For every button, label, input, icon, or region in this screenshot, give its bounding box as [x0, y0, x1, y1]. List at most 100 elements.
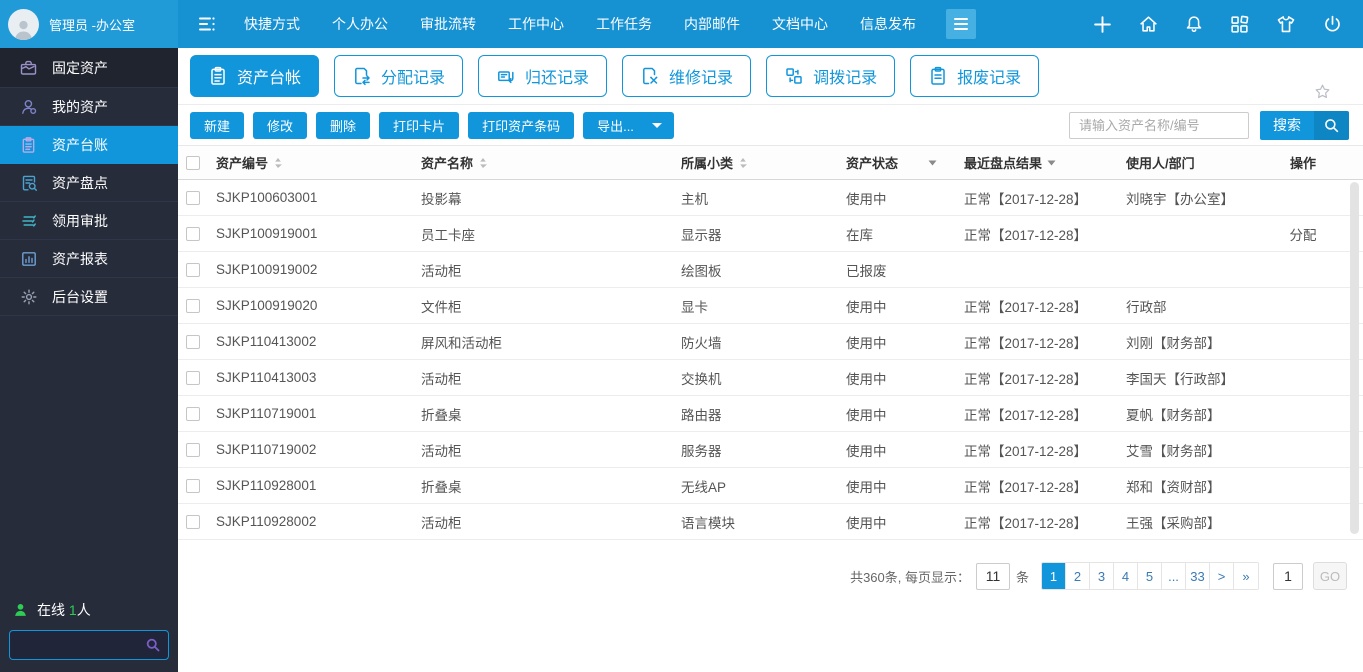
page-button[interactable]: 4 — [1114, 563, 1138, 589]
page-button[interactable]: 3 — [1090, 563, 1114, 589]
header-category[interactable]: 所属小类 — [673, 153, 838, 172]
sidebar-item-usage-approval[interactable]: 领用审批 — [0, 202, 178, 240]
check-result-cell: 正常【2017-12-28】 — [964, 191, 1088, 207]
row-checkbox[interactable] — [186, 514, 200, 529]
page-button[interactable]: 1 — [1042, 563, 1066, 589]
nav-collapse-icon[interactable] — [196, 13, 218, 35]
asset-code-cell: SJKP110928001 — [216, 478, 317, 493]
header-check-result[interactable]: 最近盘点结果 — [956, 153, 1118, 172]
table-scrollbar[interactable] — [1350, 182, 1359, 534]
row-checkbox[interactable] — [186, 262, 200, 277]
new-button[interactable]: 新建 — [190, 111, 245, 139]
nav-item-approval-flow[interactable]: 审批流转 — [420, 14, 476, 34]
check-result-cell: 正常【2017-12-28】 — [964, 443, 1088, 459]
online-user-icon — [15, 604, 26, 616]
row-checkbox[interactable] — [186, 478, 200, 493]
more-menu-icon[interactable] — [946, 9, 976, 39]
export-label: 导出... — [597, 118, 634, 134]
print-card-button[interactable]: 打印卡片 — [379, 111, 460, 139]
nav-item-work-tasks[interactable]: 工作任务 — [596, 14, 652, 34]
row-checkbox[interactable] — [186, 406, 200, 421]
header-asset-name[interactable]: 资产名称 — [413, 153, 673, 172]
nav-item-shortcuts[interactable]: 快捷方式 — [244, 14, 300, 34]
page-button[interactable]: 2 — [1066, 563, 1090, 589]
row-checkbox[interactable] — [186, 226, 200, 241]
asset-name-cell: 员工卡座 — [421, 227, 475, 243]
row-checkbox[interactable] — [186, 442, 200, 457]
row-checkbox[interactable] — [186, 298, 200, 313]
tab-transfer-records[interactable]: 调拨记录 — [766, 55, 896, 97]
page-button[interactable]: > — [1210, 563, 1234, 589]
report-icon — [19, 250, 38, 268]
tab-scrap-records[interactable]: 报废记录 — [910, 55, 1040, 97]
tab-allocation-records[interactable]: 分配记录 — [334, 55, 464, 97]
page-button[interactable]: » — [1234, 563, 1258, 589]
asset-name-cell: 文件柜 — [421, 299, 462, 315]
row-checkbox[interactable] — [186, 370, 200, 385]
theme-shirt-icon[interactable] — [1275, 14, 1297, 35]
sidebar-item-label: 后台设置 — [52, 288, 108, 305]
bell-icon[interactable] — [1184, 14, 1204, 35]
tab-return-records[interactable]: 归还记录 — [478, 55, 608, 97]
header-status[interactable]: 资产状态 — [838, 153, 956, 172]
tab-repair-records[interactable]: 维修记录 — [622, 55, 752, 97]
go-button[interactable]: GO — [1313, 562, 1347, 590]
nav-item-work-center[interactable]: 工作中心 — [508, 14, 564, 34]
select-all-checkbox[interactable] — [186, 155, 200, 170]
table-row: SJKP110719002 活动柜 服务器 使用中 正常【2017-12-28】… — [178, 432, 1363, 468]
allocation-tab-icon — [355, 67, 370, 86]
sidebar-item-asset-reports[interactable]: 资产报表 — [0, 240, 178, 278]
action-cell[interactable]: 分配 — [1263, 224, 1343, 244]
nav-item-info-publish[interactable]: 信息发布 — [860, 14, 916, 34]
nav-item-internal-mail[interactable]: 内部邮件 — [684, 14, 740, 34]
row-checkbox[interactable] — [186, 334, 200, 349]
sidebar-item-asset-ledger[interactable]: 资产台账 — [0, 126, 178, 164]
sidebar-item-label: 资产报表 — [52, 250, 108, 267]
print-barcode-button[interactable]: 打印资产条码 — [468, 111, 575, 139]
header-asset-code[interactable]: 资产编号 — [208, 153, 413, 172]
page-size-input[interactable] — [975, 562, 1010, 590]
page-button[interactable]: 5 — [1138, 563, 1162, 589]
asset-category-cell: 无线AP — [681, 479, 727, 495]
sidebar-item-label: 我的资产 — [52, 98, 108, 115]
asset-status-cell: 已报废 — [846, 263, 887, 279]
repair-tab-icon — [643, 67, 658, 85]
sort-icon — [480, 157, 488, 168]
sidebar-item-asset-inventory[interactable]: 资产盘点 — [0, 164, 178, 202]
goto-page-input[interactable] — [1273, 562, 1303, 590]
tab-label: 调拨记录 — [813, 70, 878, 87]
sidebar-item-label: 领用审批 — [52, 212, 108, 229]
power-icon[interactable] — [1322, 14, 1343, 35]
app-window: 管理员 -办公室 快捷方式 个人办公 审批流转 工作中心 工作任务 内部邮件 文… — [0, 0, 1363, 672]
online-count: 1 — [68, 602, 77, 618]
nav-item-personal-office[interactable]: 个人办公 — [332, 14, 388, 34]
add-icon[interactable] — [1092, 14, 1113, 35]
edit-button[interactable]: 修改 — [253, 111, 308, 139]
user-profile[interactable]: 管理员 -办公室 — [0, 0, 178, 48]
page-button[interactable]: 33 — [1186, 563, 1210, 589]
export-dropdown-button[interactable]: 导出... — [583, 111, 674, 139]
check-result-cell: 正常【2017-12-28】 — [964, 227, 1088, 243]
asset-code-cell: SJKP100603001 — [216, 190, 318, 205]
table-header: 资产编号 资产名称 所属小类 资产状态 最近盘点结果 使用人/部门 操作 — [178, 146, 1363, 180]
tab-asset-ledger[interactable]: 资产台帐 — [190, 55, 320, 97]
asset-code-cell: SJKP100919001 — [216, 226, 318, 241]
page-size-unit: 条 — [1015, 569, 1029, 585]
favorite-star-icon[interactable] — [1314, 83, 1331, 100]
apps-grid-icon[interactable] — [1229, 14, 1250, 35]
sidebar-item-my-assets[interactable]: 我的资产 — [0, 88, 178, 126]
asset-status-cell: 使用中 — [846, 515, 887, 531]
top-action-icons — [1092, 14, 1363, 35]
nav-item-document-center[interactable]: 文档中心 — [772, 14, 828, 34]
delete-button[interactable]: 删除 — [316, 111, 371, 139]
home-icon[interactable] — [1138, 14, 1159, 35]
search-button[interactable]: 搜索 — [1260, 110, 1349, 140]
sidebar-search-icon[interactable] — [145, 637, 161, 658]
row-checkbox[interactable] — [186, 190, 200, 205]
table-row: SJKP100919020 文件柜 显卡 使用中 正常【2017-12-28】 … — [178, 288, 1363, 324]
user-dept-cell: 刘晓宇【办公室】 — [1126, 191, 1234, 207]
sidebar-item-fixed-assets[interactable]: 固定资产 — [0, 48, 178, 88]
asset-search-input[interactable] — [1069, 111, 1249, 139]
table-row: SJKP110413002 屏风和活动柜 防火墙 使用中 正常【2017-12-… — [178, 324, 1363, 360]
sidebar-item-backend-settings[interactable]: 后台设置 — [0, 278, 178, 316]
